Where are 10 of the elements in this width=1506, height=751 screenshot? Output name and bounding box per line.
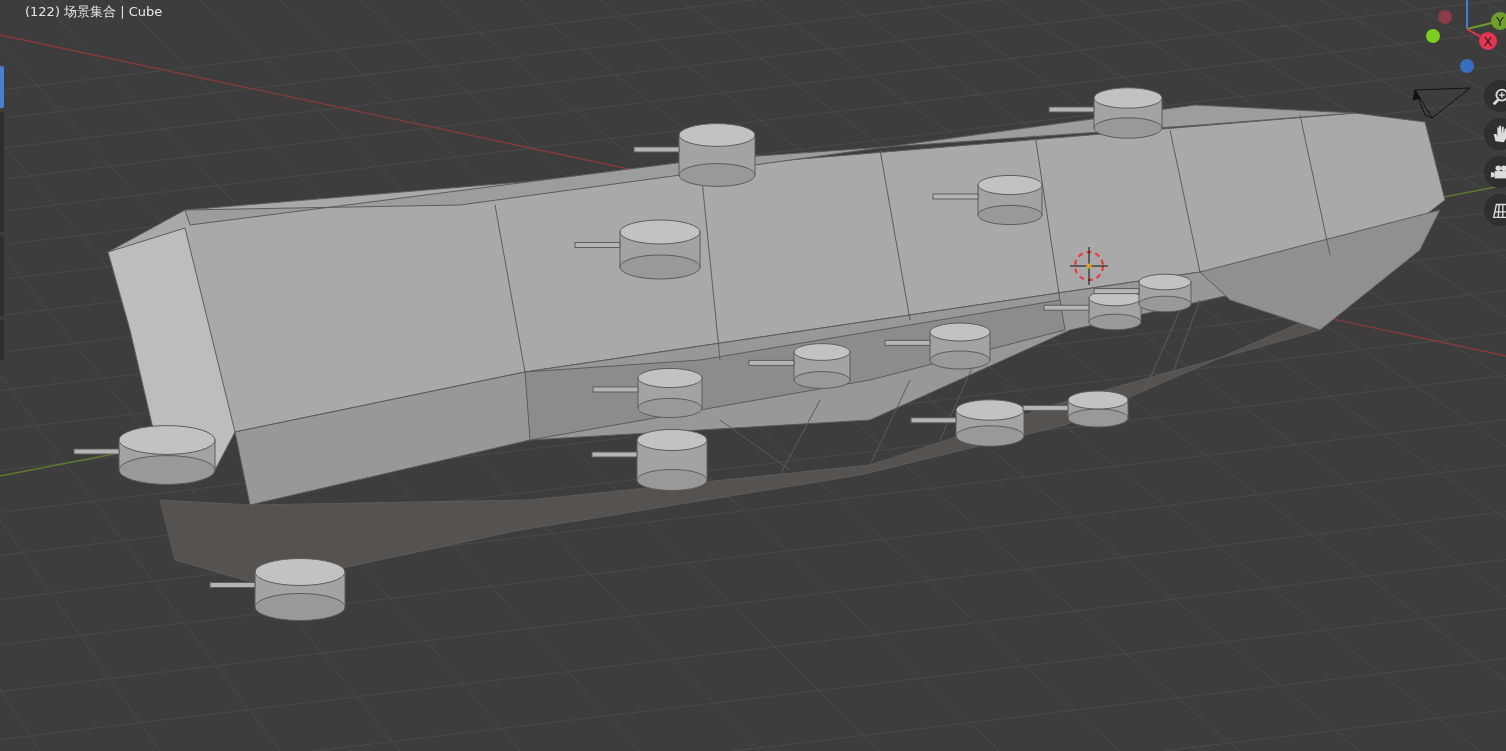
- spaceship-model-drawing[interactable]: [73, 87, 1446, 621]
- 3d-viewport[interactable]: Y X (122) 场景集合 | Cube: [0, 0, 1506, 751]
- axis-gizmo-drawing[interactable]: Y X: [1426, 0, 1506, 73]
- camera-object-drawing[interactable]: [1412, 87, 1471, 119]
- axis-label: X: [1483, 34, 1493, 49]
- 3d-cursor-icon: [1069, 246, 1109, 286]
- viewport-info-text: (122) 场景集合 | Cube: [25, 3, 163, 21]
- axis-label: Y: [1496, 14, 1504, 29]
- axis-handle[interactable]: [1479, 32, 1497, 50]
- axis-handle[interactable]: [1491, 12, 1506, 30]
